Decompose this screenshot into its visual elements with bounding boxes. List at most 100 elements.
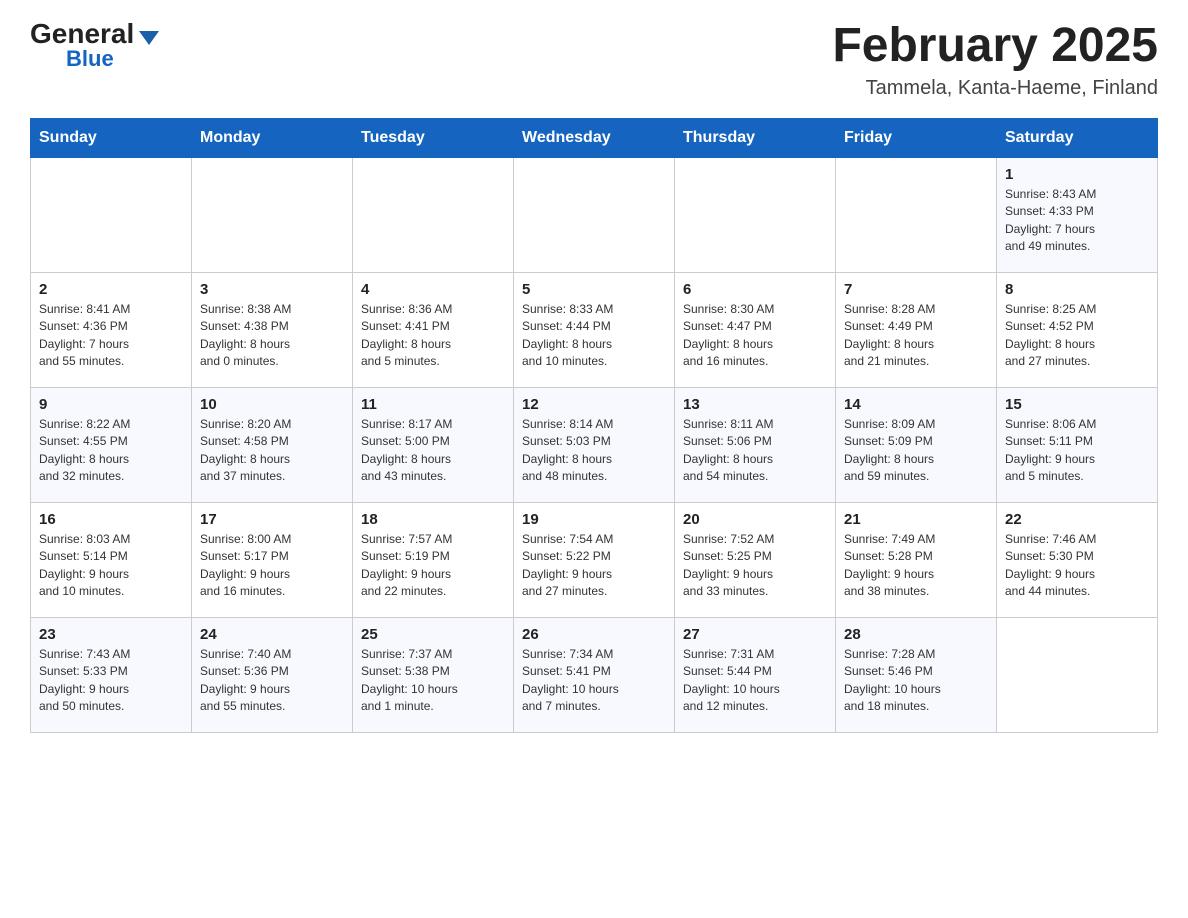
calendar-day-cell [192, 157, 353, 272]
day-info: Sunrise: 7:40 AMSunset: 5:36 PMDaylight:… [200, 646, 344, 716]
day-number: 19 [522, 511, 666, 528]
logo-general-text: General [30, 20, 134, 48]
day-info: Sunrise: 8:20 AMSunset: 4:58 PMDaylight:… [200, 416, 344, 486]
day-number: 25 [361, 626, 505, 643]
calendar-header: SundayMondayTuesdayWednesdayThursdayFrid… [31, 118, 1158, 157]
day-info: Sunrise: 8:33 AMSunset: 4:44 PMDaylight:… [522, 301, 666, 371]
day-info: Sunrise: 7:43 AMSunset: 5:33 PMDaylight:… [39, 646, 183, 716]
calendar-day-cell: 4 Sunrise: 8:36 AMSunset: 4:41 PMDaylight… [353, 272, 514, 387]
calendar-day-cell [353, 157, 514, 272]
calendar-day-cell: 16 Sunrise: 8:03 AMSunset: 5:14 PMDayligh… [31, 502, 192, 617]
day-number: 16 [39, 511, 183, 528]
calendar-day-cell: 24 Sunrise: 7:40 AMSunset: 5:36 PMDayligh… [192, 617, 353, 732]
day-info: Sunrise: 8:41 AMSunset: 4:36 PMDaylight:… [39, 301, 183, 371]
calendar-day-cell: 9 Sunrise: 8:22 AMSunset: 4:55 PMDaylight… [31, 387, 192, 502]
calendar-day-cell [514, 157, 675, 272]
calendar-day-cell: 20 Sunrise: 7:52 AMSunset: 5:25 PMDayligh… [675, 502, 836, 617]
day-of-week-header: Friday [836, 118, 997, 157]
day-number: 2 [39, 281, 183, 298]
day-info: Sunrise: 8:22 AMSunset: 4:55 PMDaylight:… [39, 416, 183, 486]
day-of-week-header: Thursday [675, 118, 836, 157]
day-info: Sunrise: 8:09 AMSunset: 5:09 PMDaylight:… [844, 416, 988, 486]
day-info: Sunrise: 7:49 AMSunset: 5:28 PMDaylight:… [844, 531, 988, 601]
calendar-day-cell: 3Sunrise: 8:38 AMSunset: 4:38 PMDaylight… [192, 272, 353, 387]
page-header: General Blue February 2025 Tammela, Kant… [30, 20, 1158, 100]
calendar-day-cell: 5 Sunrise: 8:33 AMSunset: 4:44 PMDaylight… [514, 272, 675, 387]
calendar-week-row: 2 Sunrise: 8:41 AMSunset: 4:36 PMDaylight… [31, 272, 1158, 387]
calendar-table: SundayMondayTuesdayWednesdayThursdayFrid… [30, 118, 1158, 733]
calendar-week-row: 23 Sunrise: 7:43 AMSunset: 5:33 PMDayligh… [31, 617, 1158, 732]
day-number: 27 [683, 626, 827, 643]
day-number: 11 [361, 396, 505, 413]
logo-triangle-icon [139, 31, 159, 45]
day-info: Sunrise: 8:06 AMSunset: 5:11 PMDaylight:… [1005, 416, 1149, 486]
day-info: Sunrise: 7:28 AMSunset: 5:46 PMDaylight:… [844, 646, 988, 716]
calendar-day-cell: 22 Sunrise: 7:46 AMSunset: 5:30 PMDayligh… [997, 502, 1158, 617]
day-number: 1 [1005, 166, 1149, 183]
day-of-week-header: Tuesday [353, 118, 514, 157]
day-info: Sunrise: 8:28 AMSunset: 4:49 PMDaylight:… [844, 301, 988, 371]
day-info: Sunrise: 8:36 AMSunset: 4:41 PMDaylight:… [361, 301, 505, 371]
calendar-day-cell [997, 617, 1158, 732]
calendar-day-cell: 7 Sunrise: 8:28 AMSunset: 4:49 PMDaylight… [836, 272, 997, 387]
calendar-day-cell: 8 Sunrise: 8:25 AMSunset: 4:52 PMDaylight… [997, 272, 1158, 387]
day-number: 18 [361, 511, 505, 528]
day-number: 28 [844, 626, 988, 643]
day-info: Sunrise: 8:00 AMSunset: 5:17 PMDaylight:… [200, 531, 344, 601]
day-number: 7 [844, 281, 988, 298]
day-of-week-header: Wednesday [514, 118, 675, 157]
calendar-week-row: 1Sunrise: 8:43 AMSunset: 4:33 PMDaylight… [31, 157, 1158, 272]
title-block: February 2025 Tammela, Kanta-Haeme, Finl… [832, 20, 1158, 100]
day-info: Sunrise: 8:14 AMSunset: 5:03 PMDaylight:… [522, 416, 666, 486]
calendar-day-cell: 10Sunrise: 8:20 AMSunset: 4:58 PMDayligh… [192, 387, 353, 502]
days-of-week-row: SundayMondayTuesdayWednesdayThursdayFrid… [31, 118, 1158, 157]
day-number: 13 [683, 396, 827, 413]
calendar-day-cell: 13Sunrise: 8:11 AMSunset: 5:06 PMDayligh… [675, 387, 836, 502]
day-number: 21 [844, 511, 988, 528]
day-number: 3 [200, 281, 344, 298]
calendar-week-row: 16 Sunrise: 8:03 AMSunset: 5:14 PMDayligh… [31, 502, 1158, 617]
day-number: 8 [1005, 281, 1149, 298]
calendar-day-cell: 19Sunrise: 7:54 AMSunset: 5:22 PMDayligh… [514, 502, 675, 617]
day-info: Sunrise: 7:52 AMSunset: 5:25 PMDaylight:… [683, 531, 827, 601]
day-of-week-header: Monday [192, 118, 353, 157]
calendar-day-cell: 23 Sunrise: 7:43 AMSunset: 5:33 PMDayligh… [31, 617, 192, 732]
calendar-day-cell: 15 Sunrise: 8:06 AMSunset: 5:11 PMDayligh… [997, 387, 1158, 502]
logo: General Blue [30, 20, 159, 70]
day-info: Sunrise: 7:34 AMSunset: 5:41 PMDaylight:… [522, 646, 666, 716]
day-number: 20 [683, 511, 827, 528]
calendar-week-row: 9 Sunrise: 8:22 AMSunset: 4:55 PMDaylight… [31, 387, 1158, 502]
calendar-day-cell: 11 Sunrise: 8:17 AMSunset: 5:00 PMDayligh… [353, 387, 514, 502]
day-number: 9 [39, 396, 183, 413]
calendar-body: 1Sunrise: 8:43 AMSunset: 4:33 PMDaylight… [31, 157, 1158, 732]
calendar-day-cell: 25 Sunrise: 7:37 AMSunset: 5:38 PMDayligh… [353, 617, 514, 732]
day-number: 14 [844, 396, 988, 413]
calendar-day-cell: 21 Sunrise: 7:49 AMSunset: 5:28 PMDayligh… [836, 502, 997, 617]
calendar-day-cell: 28 Sunrise: 7:28 AMSunset: 5:46 PMDayligh… [836, 617, 997, 732]
day-number: 12 [522, 396, 666, 413]
day-info: Sunrise: 8:30 AMSunset: 4:47 PMDaylight:… [683, 301, 827, 371]
day-number: 15 [1005, 396, 1149, 413]
day-info: Sunrise: 7:46 AMSunset: 5:30 PMDaylight:… [1005, 531, 1149, 601]
day-of-week-header: Saturday [997, 118, 1158, 157]
calendar-day-cell: 14 Sunrise: 8:09 AMSunset: 5:09 PMDayligh… [836, 387, 997, 502]
day-number: 24 [200, 626, 344, 643]
day-of-week-header: Sunday [31, 118, 192, 157]
month-title: February 2025 [832, 20, 1158, 73]
day-number: 17 [200, 511, 344, 528]
calendar-day-cell: 26 Sunrise: 7:34 AMSunset: 5:41 PMDayligh… [514, 617, 675, 732]
calendar-day-cell: 1Sunrise: 8:43 AMSunset: 4:33 PMDaylight… [997, 157, 1158, 272]
day-number: 26 [522, 626, 666, 643]
calendar-day-cell: 2 Sunrise: 8:41 AMSunset: 4:36 PMDaylight… [31, 272, 192, 387]
logo-blue-text: Blue [66, 48, 114, 70]
calendar-day-cell: 6Sunrise: 8:30 AMSunset: 4:47 PMDaylight… [675, 272, 836, 387]
day-info: Sunrise: 8:03 AMSunset: 5:14 PMDaylight:… [39, 531, 183, 601]
day-number: 4 [361, 281, 505, 298]
day-number: 5 [522, 281, 666, 298]
day-info: Sunrise: 8:17 AMSunset: 5:00 PMDaylight:… [361, 416, 505, 486]
calendar-day-cell: 12 Sunrise: 8:14 AMSunset: 5:03 PMDayligh… [514, 387, 675, 502]
day-number: 22 [1005, 511, 1149, 528]
day-info: Sunrise: 8:25 AMSunset: 4:52 PMDaylight:… [1005, 301, 1149, 371]
day-number: 23 [39, 626, 183, 643]
day-info: Sunrise: 7:37 AMSunset: 5:38 PMDaylight:… [361, 646, 505, 716]
